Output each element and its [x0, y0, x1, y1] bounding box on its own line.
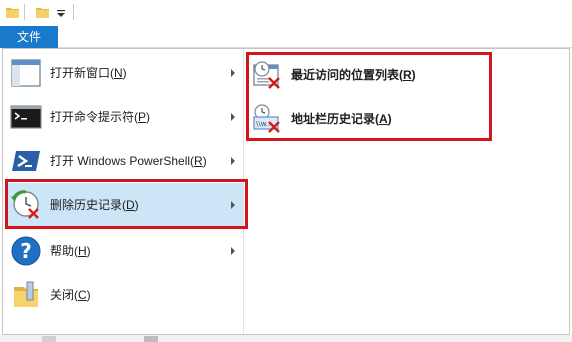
highlight-box-delete-history — [5, 179, 248, 229]
customize-toolbar-icon[interactable] — [56, 6, 66, 18]
file-menu: 打开新窗口(N) 打开命令提示符(P) 打开 Windows PowerShel… — [2, 48, 570, 335]
help-label: 帮助(H) — [50, 244, 91, 258]
help-item[interactable]: ? 帮助(H) — [6, 229, 243, 273]
folder-icon[interactable] — [6, 6, 19, 18]
open-powershell-label: 打开 Windows PowerShell(R) — [50, 154, 207, 168]
close-item[interactable]: 关闭(C) — [6, 273, 243, 317]
window-icon — [11, 59, 41, 87]
status-strip-segment — [42, 336, 56, 342]
file-tab[interactable]: 文件 — [0, 26, 58, 48]
submenu-arrow-icon — [231, 247, 235, 255]
svg-text:?: ? — [20, 239, 32, 263]
close-label: 关闭(C) — [50, 288, 91, 302]
open-new-window-item[interactable]: 打开新窗口(N) — [6, 51, 243, 95]
status-strip-segment — [144, 336, 158, 342]
toolbar-separator — [24, 4, 25, 20]
help-icon: ? — [11, 236, 41, 266]
quick-access-toolbar — [0, 0, 572, 26]
command-prompt-icon — [10, 105, 42, 129]
highlight-box-submenu — [246, 52, 492, 141]
folder-icon[interactable] — [36, 6, 49, 18]
powershell-icon — [12, 151, 40, 171]
toolbar-separator — [73, 4, 74, 20]
submenu-arrow-icon — [231, 113, 235, 121]
open-new-window-label: 打开新窗口(N) — [50, 66, 127, 80]
submenu-arrow-icon — [231, 157, 235, 165]
status-strip — [0, 335, 572, 342]
close-folder-icon — [14, 281, 38, 307]
submenu-arrow-icon — [231, 69, 235, 77]
open-powershell-item[interactable]: 打开 Windows PowerShell(R) — [6, 139, 243, 183]
open-command-prompt-label: 打开命令提示符(P) — [50, 110, 151, 124]
open-command-prompt-item[interactable]: 打开命令提示符(P) — [6, 95, 243, 139]
